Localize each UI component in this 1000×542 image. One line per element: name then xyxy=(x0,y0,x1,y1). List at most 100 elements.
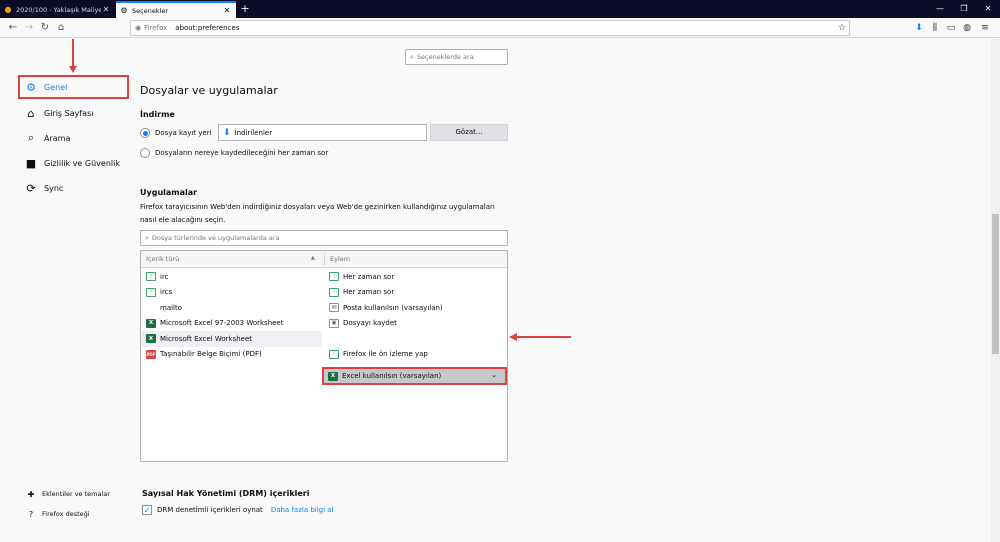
sidebar-footer-support[interactable]: ? Firefox desteği xyxy=(26,507,90,521)
page-favicon-icon: ● xyxy=(4,5,12,14)
ask-action-icon: ! xyxy=(329,272,339,282)
firefox-icon: ◉ xyxy=(135,24,142,32)
content-type-cell: ! irc xyxy=(141,269,322,285)
gear-icon: ⚙ xyxy=(26,80,36,94)
column-header-type[interactable]: İçerik türü xyxy=(146,255,179,263)
action-cell[interactable]: ▣ Dosyayı kaydet xyxy=(325,316,505,332)
search-icon: ⌕ xyxy=(410,52,414,61)
action-label: Her zaman sor xyxy=(343,288,395,297)
table-row[interactable]: X Microsoft Excel 97-2003 Worksheet ▣ Dosya… xyxy=(141,316,507,332)
download-arrow-icon: ⬇ xyxy=(223,127,231,138)
scrollbar-thumb[interactable] xyxy=(992,214,999,354)
ask-action-icon: ! xyxy=(329,287,339,297)
mail-action-icon: ✉ xyxy=(329,303,339,313)
always-ask-label: Dosyaların nereye kaydedileceğini her za… xyxy=(155,149,329,157)
sidebar-item-gizlilik[interactable]: ■ Gizlilik ve Güvenlik xyxy=(20,152,128,174)
help-icon: ? xyxy=(28,509,34,519)
footer-label: Eklentiler ve temalar xyxy=(42,490,110,498)
ask-type-icon: ! xyxy=(146,272,156,282)
excel-action-select[interactable]: X Excel kullanılsın (varsayılan) ⌄ xyxy=(322,367,507,385)
drm-checkbox[interactable]: ✓ xyxy=(142,505,152,515)
url-text[interactable]: about:preferences xyxy=(175,24,835,32)
annotation-arrow-shaft xyxy=(516,336,571,338)
nav-bar: ← → ↻ ⌂ ◉ Firefox about:preferences ☆ ⬇ … xyxy=(0,18,1000,38)
always-ask-radio[interactable] xyxy=(140,148,150,158)
lock-icon: ■ xyxy=(25,156,37,170)
close-window-icon[interactable]: ✕ xyxy=(976,0,1000,18)
back-icon[interactable]: ← xyxy=(6,21,20,35)
new-tab-icon[interactable]: + xyxy=(238,1,252,17)
app-search-input[interactable] xyxy=(151,234,492,242)
action-cell[interactable]: ! Firefox ile ön izleme yap xyxy=(325,347,505,363)
table-row[interactable]: mailto ✉ Posta kullanılsın (varsayılan) xyxy=(141,300,507,316)
reload-icon[interactable]: ↻ xyxy=(38,21,52,35)
sidebar-toggle-icon[interactable]: ▭ xyxy=(944,21,958,35)
download-folder-value: İndirilenler xyxy=(234,128,273,137)
content-type-cell: mailto xyxy=(141,300,322,316)
tab-secenekler[interactable]: ⚙ Seçenekler ✕ xyxy=(116,1,236,18)
identity-label: Firefox xyxy=(144,24,168,32)
preferences-search-input[interactable] xyxy=(416,53,502,61)
action-cell[interactable]: ! Her zaman sor xyxy=(325,269,505,285)
account-icon[interactable]: ◍ xyxy=(960,21,974,35)
drm-learn-more-link[interactable]: Daha fazla bilgi al xyxy=(271,506,334,514)
sidebar-item-arama[interactable]: ⌕ Arama xyxy=(20,127,128,149)
applications-table: İçerik türü ▲ Eylem ! irc! Her zaman sor! i… xyxy=(140,250,508,462)
table-row[interactable]: X Microsoft Excel Worksheet xyxy=(141,331,507,347)
library-icon[interactable]: ⫼ xyxy=(928,21,942,35)
sidebar-footer-addons[interactable]: ✚ Eklentiler ve temalar xyxy=(26,487,110,501)
content-type-label: Taşınabilir Belge Biçimi (PDF) xyxy=(160,350,262,359)
sidebar-item-label: Gizlilik ve Güvenlik xyxy=(44,158,120,168)
tab-title: Seçenekler xyxy=(132,6,169,15)
page-scrollbar[interactable] xyxy=(991,39,1000,542)
app-search-box[interactable]: ⌕ xyxy=(140,230,508,246)
save-action-icon: ▣ xyxy=(329,318,339,328)
menu-icon[interactable]: ≡ xyxy=(978,21,992,35)
table-row[interactable]: ! irc ! Her zaman sor xyxy=(141,269,507,285)
always-ask-option[interactable]: Dosyaların nereye kaydedileceğini her za… xyxy=(140,148,328,158)
minimize-icon[interactable]: — xyxy=(928,0,952,18)
tab-title: 2020/100 - Yaklaşık Maliyet - E xyxy=(16,5,101,14)
annotation-arrow-shaft xyxy=(72,39,74,67)
preferences-search-box[interactable]: ⌕ xyxy=(405,49,508,65)
action-label: Dosyayı kaydet xyxy=(343,319,397,328)
url-bar[interactable]: ◉ Firefox about:preferences ☆ xyxy=(130,20,850,36)
download-folder-field[interactable]: ⬇ İndirilenler xyxy=(218,124,427,141)
preferences-page: ⌕ ⚙ Genel ⌂ Giriş Sayfası ⌕ Arama ■ Gizl… xyxy=(0,39,1000,542)
bookmark-star-icon[interactable]: ☆ xyxy=(835,23,849,33)
home-icon[interactable]: ⌂ xyxy=(54,21,68,35)
sidebar-item-sync[interactable]: ⟳ Sync xyxy=(20,177,128,199)
action-label: Posta kullanılsın (varsayılan) xyxy=(343,303,443,312)
sidebar-item-giris-sayfasi[interactable]: ⌂ Giriş Sayfası xyxy=(20,102,128,124)
table-row[interactable]: ! ircs! Her zaman sor xyxy=(141,285,507,301)
column-header-action[interactable]: Eylem xyxy=(330,255,350,263)
table-row[interactable]: PDF Taşınabilir Belge Biçimi (PDF) ! Firefo… xyxy=(141,347,507,363)
save-to-radio[interactable] xyxy=(140,128,150,138)
sync-icon: ⟳ xyxy=(26,181,36,195)
excel-action-value: Excel kullanılsın (varsayılan) xyxy=(342,372,442,380)
annotation-arrow-head xyxy=(509,333,517,341)
gear-icon: ⚙ xyxy=(120,6,128,15)
action-cell[interactable]: ✉ Posta kullanılsın (varsayılan) xyxy=(325,300,505,316)
action-cell[interactable]: ! Her zaman sor xyxy=(325,285,505,301)
content-type-cell: X Microsoft Excel Worksheet xyxy=(141,331,322,347)
search-icon: ⌕ xyxy=(27,131,35,144)
close-tab-icon[interactable]: ✕ xyxy=(222,6,232,15)
apps-description: Firefox tarayıcısının Web'den indirdiğin… xyxy=(140,203,495,224)
page-title: Dosyalar ve uygulamalar xyxy=(140,84,278,97)
sort-ascending-icon: ▲ xyxy=(311,255,315,261)
chevron-down-icon: ⌄ xyxy=(491,371,497,379)
pdf-type-icon: PDF xyxy=(146,349,156,359)
browse-button[interactable]: Gözat... xyxy=(430,124,508,141)
content-type-label: irc xyxy=(160,272,169,281)
tab-yaklasik-maliyet[interactable]: ● 2020/100 - Yaklaşık Maliyet - E ✕ xyxy=(0,1,115,18)
maximize-icon[interactable]: ❐ xyxy=(952,0,976,18)
downloads-icon[interactable]: ⬇ xyxy=(912,21,926,35)
forward-icon[interactable]: → xyxy=(22,21,36,35)
ask-action-icon: ! xyxy=(329,349,339,359)
save-to-option[interactable]: Dosya kayıt yeri xyxy=(140,128,212,138)
sidebar-item-label: Genel xyxy=(44,82,68,92)
sidebar-item-genel[interactable]: ⚙ Genel xyxy=(20,76,128,98)
sidebar-item-label: Arama xyxy=(44,133,71,143)
close-tab-icon[interactable]: ✕ xyxy=(101,5,111,14)
